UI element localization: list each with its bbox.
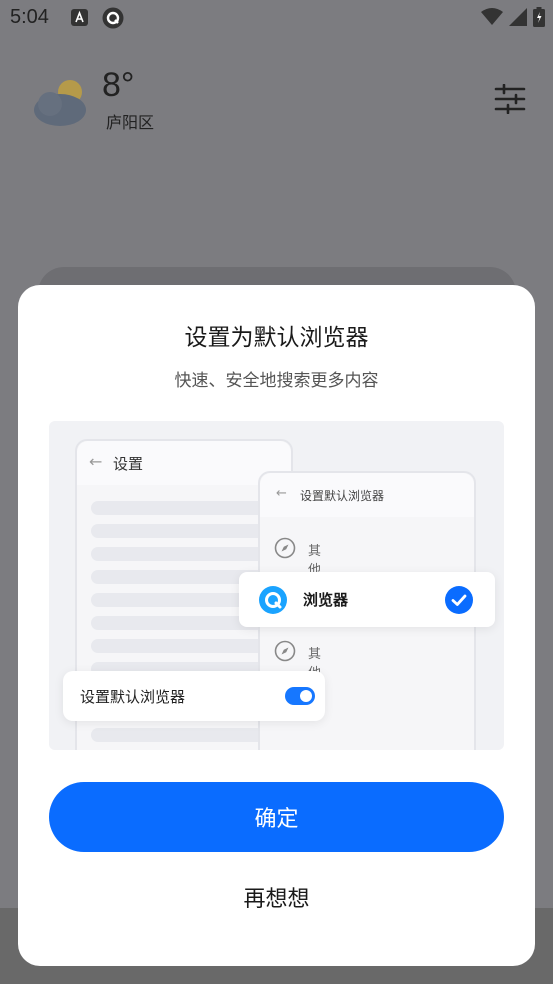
back-arrow-icon: ←	[276, 486, 287, 501]
later-button[interactable]: 再想想	[18, 881, 535, 921]
option-browser-label: 浏览器	[303, 591, 349, 609]
check-icon	[445, 586, 473, 614]
wifi-icon	[481, 8, 503, 25]
toggle-knob	[300, 690, 312, 702]
dialog-subtitle: 快速、安全地搜索更多内容	[174, 371, 379, 391]
compass-icon	[274, 537, 296, 559]
weather-widget[interactable]: 8° 庐阳区	[32, 66, 232, 136]
default-browser-title: 设置默认浏览器	[300, 489, 385, 503]
weather-icon	[34, 80, 86, 126]
temperature: 8°	[102, 66, 135, 104]
compass-icon	[274, 640, 296, 662]
a-app-icon	[71, 9, 88, 26]
browser-logo-icon	[259, 586, 287, 614]
placeholder-bar	[91, 501, 281, 515]
default-browser-header: ← 设置默认浏览器	[260, 473, 474, 517]
toggle-label: 设置默认浏览器	[80, 688, 186, 706]
status-time: 5:04	[10, 6, 49, 28]
back-arrow-icon: ←	[89, 452, 103, 471]
settings-title: 设置	[113, 455, 144, 473]
dialog-title: 设置为默认浏览器	[184, 325, 369, 351]
placeholder-bar	[91, 547, 281, 561]
default-browser-dialog: 设置为默认浏览器 快速、安全地搜索更多内容 ← 设置 ← 设置默认浏览器 其他 …	[18, 285, 535, 966]
default-browser-toggle-card: 设置默认浏览器	[63, 671, 325, 721]
illustration: ← 设置 ← 设置默认浏览器 其他 其 浏览器 设置默认浏览器	[49, 421, 504, 750]
settings-sliders-icon[interactable]	[494, 84, 526, 114]
placeholder-bar	[91, 524, 281, 538]
placeholder-bar	[91, 639, 281, 653]
signal-icon	[509, 8, 527, 26]
location: 庐阳区	[106, 113, 155, 132]
confirm-button[interactable]: 确定	[49, 782, 504, 852]
status-bar: 5:04	[0, 0, 553, 36]
placeholder-bar	[91, 728, 281, 742]
browser-app-icon	[102, 7, 124, 29]
default-browser-toggle	[285, 687, 315, 705]
status-icons	[481, 7, 545, 27]
battery-icon	[533, 7, 545, 27]
option-browser-selected: 浏览器	[239, 572, 495, 627]
